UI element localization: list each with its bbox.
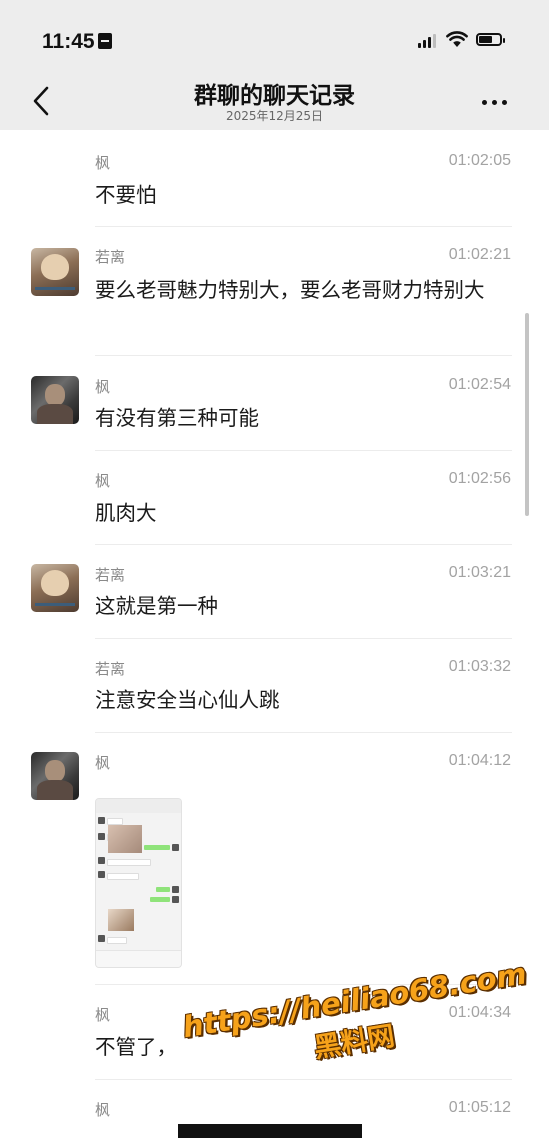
message-text[interactable]: 要么老哥魅力特别大，要么老哥财力特别大 — [95, 273, 515, 307]
message-text[interactable]: 不要怕 — [95, 178, 515, 212]
divider — [95, 226, 512, 227]
message-item: 枫 01:02:54 有没有第三种可能 — [0, 355, 549, 450]
message-item: 枫 01:02:56 肌肉大 — [0, 450, 549, 544]
message-text[interactable]: 有没有第三种可能 — [95, 401, 515, 435]
message-time: 01:03:21 — [448, 564, 511, 581]
divider — [95, 732, 512, 733]
message-item: 若离 01:02:21 要么老哥魅力特别大，要么老哥财力特别大 — [0, 226, 549, 355]
sender-name: 枫 — [95, 154, 111, 172]
divider — [95, 450, 512, 451]
message-item: 若离 01:03:32 注意安全当心仙人跳 — [0, 638, 549, 732]
message-text[interactable]: 注意安全当心仙人跳 — [95, 683, 515, 717]
status-time: 11:45 — [42, 30, 95, 53]
sim-icon — [98, 33, 112, 49]
signal-icon — [418, 34, 436, 48]
battery-icon — [476, 33, 505, 46]
divider — [95, 355, 512, 356]
sender-name: 若离 — [95, 566, 126, 584]
more-dots-icon — [481, 99, 507, 105]
sender-name: 枫 — [95, 1006, 111, 1024]
message-time: 01:04:12 — [448, 752, 511, 769]
message-time: 01:02:05 — [448, 152, 511, 169]
redaction-bar — [178, 1124, 362, 1138]
message-time: 01:02:54 — [448, 376, 511, 393]
sender-name: 枫 — [95, 472, 111, 490]
avatar[interactable] — [31, 564, 79, 612]
message-text[interactable]: 肌肉大 — [95, 496, 515, 530]
sender-name: 枫 — [95, 754, 111, 772]
divider — [95, 544, 512, 545]
message-time: 01:02:21 — [448, 246, 511, 263]
sender-name: 若离 — [95, 660, 126, 678]
message-item: 若离 01:03:21 这就是第一种 — [0, 544, 549, 638]
message-time: 01:03:32 — [448, 658, 511, 675]
divider — [95, 638, 512, 639]
message-item: 枫 01:02:05 不要怕 — [0, 130, 549, 226]
chat-screenshot-thumbnail[interactable] — [95, 798, 182, 968]
wifi-icon — [446, 31, 468, 47]
sender-name: 枫 — [95, 1101, 111, 1119]
message-time: 01:02:56 — [448, 470, 511, 487]
avatar[interactable] — [31, 376, 79, 424]
status-bar: 11:45 — [0, 0, 549, 72]
message-time: 01:04:34 — [448, 1004, 511, 1021]
message-time: 01:05:12 — [448, 1099, 511, 1116]
avatar[interactable] — [31, 248, 79, 296]
message-text[interactable]: 这就是第一种 — [95, 589, 515, 623]
sender-name: 若离 — [95, 248, 126, 266]
page-subtitle-date: 2025年12月25日 — [225, 109, 324, 123]
divider — [95, 1079, 512, 1080]
nav-bar: 群聊的聊天记录 2025年12月25日 — [0, 72, 549, 130]
sender-name: 枫 — [95, 378, 111, 396]
message-text[interactable]: 不管了， — [95, 1030, 515, 1064]
message-item: 枫 01:04:12 — [0, 732, 549, 984]
divider — [95, 984, 512, 985]
message-item: 枫 01:04:34 不管了， — [0, 984, 549, 1079]
page-title: 群聊的聊天记录 — [194, 83, 355, 109]
avatar[interactable] — [31, 752, 79, 800]
more-button[interactable] — [472, 88, 516, 116]
scrollbar[interactable] — [525, 313, 529, 516]
